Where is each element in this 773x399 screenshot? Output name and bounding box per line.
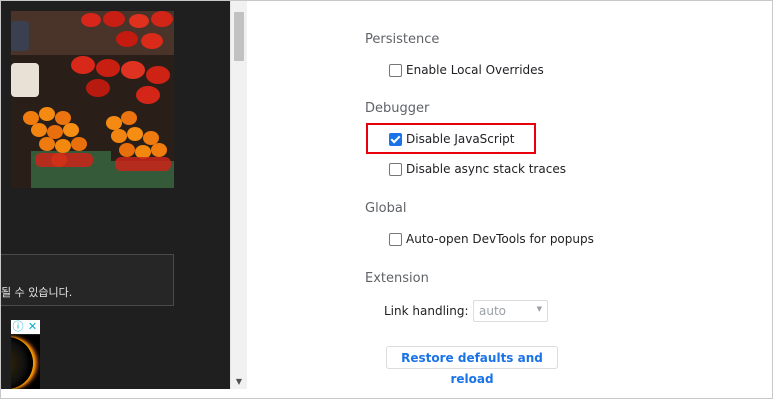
close-icon[interactable]: ✕ [26, 320, 39, 334]
web-page-content: 될 수 있습니다. ⓘ ✕ [1, 1, 230, 389]
page-scrollbar[interactable]: ▼ [230, 1, 247, 389]
checkbox-label[interactable]: Enable Local Overrides [406, 62, 544, 78]
checkbox-label[interactable]: Auto-open DevTools for popups [406, 231, 594, 247]
screenshot-frame: 될 수 있습니다. ⓘ ✕ ▼ Persistence Enable Local… [0, 0, 773, 399]
link-handling-label: Link handling: [384, 304, 469, 318]
market-fruit-photo [11, 11, 174, 188]
triangle-down-icon[interactable]: ▼ [231, 376, 247, 388]
info-icon[interactable]: ⓘ [12, 320, 24, 334]
devtools-settings-panel: Persistence Enable Local Overrides Debug… [247, 1, 772, 398]
checkbox-box-checked[interactable] [389, 133, 402, 146]
section-title-global: Global [365, 201, 407, 216]
notice-box: 될 수 있습니다. [1, 254, 174, 306]
checkbox-box[interactable] [389, 64, 402, 77]
section-title-persistence: Persistence [365, 32, 440, 47]
checkbox-label[interactable]: Disable async stack traces [406, 161, 566, 177]
ad-choices-badge[interactable]: ⓘ ✕ [11, 320, 40, 334]
chevron-down-icon: ▼ [536, 305, 542, 313]
ad-image[interactable] [11, 335, 40, 389]
section-title-extension: Extension [365, 271, 429, 286]
checkbox-label[interactable]: Disable JavaScript [406, 131, 514, 147]
notice-text: 될 수 있습니다. [1, 286, 73, 299]
link-handling-select[interactable]: auto ▼ [473, 300, 548, 322]
checkbox-box[interactable] [389, 163, 402, 176]
checkbox-box[interactable] [389, 233, 402, 246]
restore-defaults-button[interactable]: Restore defaults and reload [386, 346, 558, 386]
scrollbar-thumb[interactable] [234, 12, 244, 61]
link-handling-value: auto [479, 304, 507, 318]
section-title-debugger: Debugger [365, 101, 430, 116]
